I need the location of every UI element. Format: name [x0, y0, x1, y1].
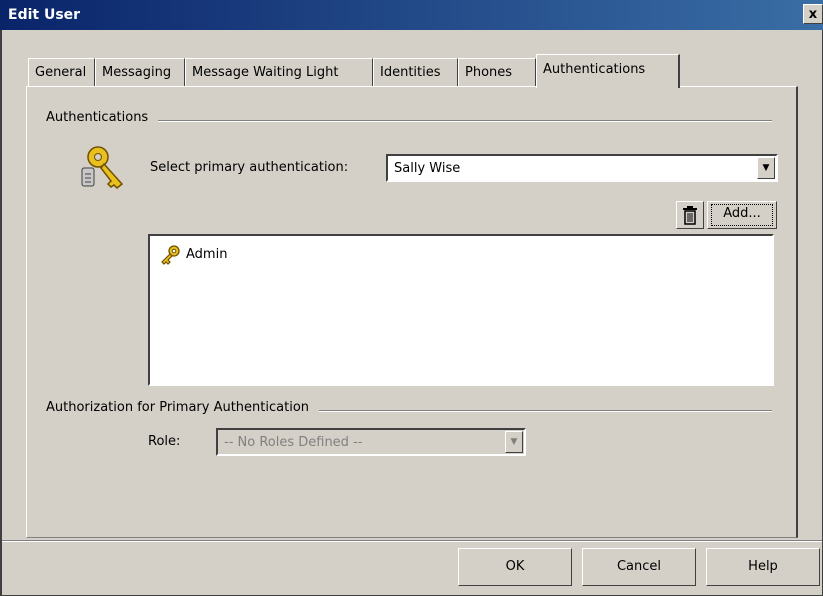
tab-phones[interactable]: Phones — [458, 58, 536, 86]
footer-separator — [0, 540, 823, 542]
tab-general[interactable]: General — [28, 58, 95, 86]
delete-button[interactable] — [676, 201, 704, 229]
primary-authentication-value: Sally Wise — [394, 161, 461, 176]
tab-message-waiting-light[interactable]: Message Waiting Light — [185, 58, 373, 86]
key-icon — [161, 245, 180, 265]
trash-icon — [683, 206, 697, 225]
cancel-button[interactable]: Cancel — [582, 548, 696, 586]
list-item-label: Admin — [186, 247, 228, 262]
authorization-group-label: Authorization for Primary Authentication — [46, 400, 320, 415]
primary-authentication-select[interactable]: Sally Wise ▼ — [386, 154, 778, 182]
tab-authentications[interactable]: Authentications — [536, 54, 680, 88]
tab-identities[interactable]: Identities — [373, 58, 458, 86]
role-select[interactable]: -- No Roles Defined -- ▼ — [216, 428, 526, 456]
close-button[interactable]: x — [803, 4, 823, 24]
chevron-down-icon[interactable]: ▼ — [505, 431, 523, 453]
keys-icon — [76, 144, 128, 194]
edit-user-dialog: Edit User x General Messaging Message Wa… — [0, 0, 823, 596]
help-button[interactable]: Help — [706, 548, 820, 586]
role-value: -- No Roles Defined -- — [224, 435, 363, 450]
chevron-down-icon[interactable]: ▼ — [757, 157, 775, 179]
add-button[interactable]: Add... — [707, 201, 777, 229]
dialog-title: Edit User — [8, 7, 81, 23]
role-label: Role: — [148, 434, 181, 449]
authentications-list[interactable]: Admin — [148, 234, 774, 386]
add-button-label: Add... — [711, 204, 773, 226]
tab-messaging[interactable]: Messaging — [95, 58, 185, 86]
title-bar: Edit User x — [0, 0, 823, 30]
authentications-group-line — [50, 120, 772, 122]
select-primary-authentication-label: Select primary authentication: — [150, 160, 349, 175]
ok-button[interactable]: OK — [458, 548, 572, 586]
authentications-group-label: Authentications — [46, 110, 159, 125]
